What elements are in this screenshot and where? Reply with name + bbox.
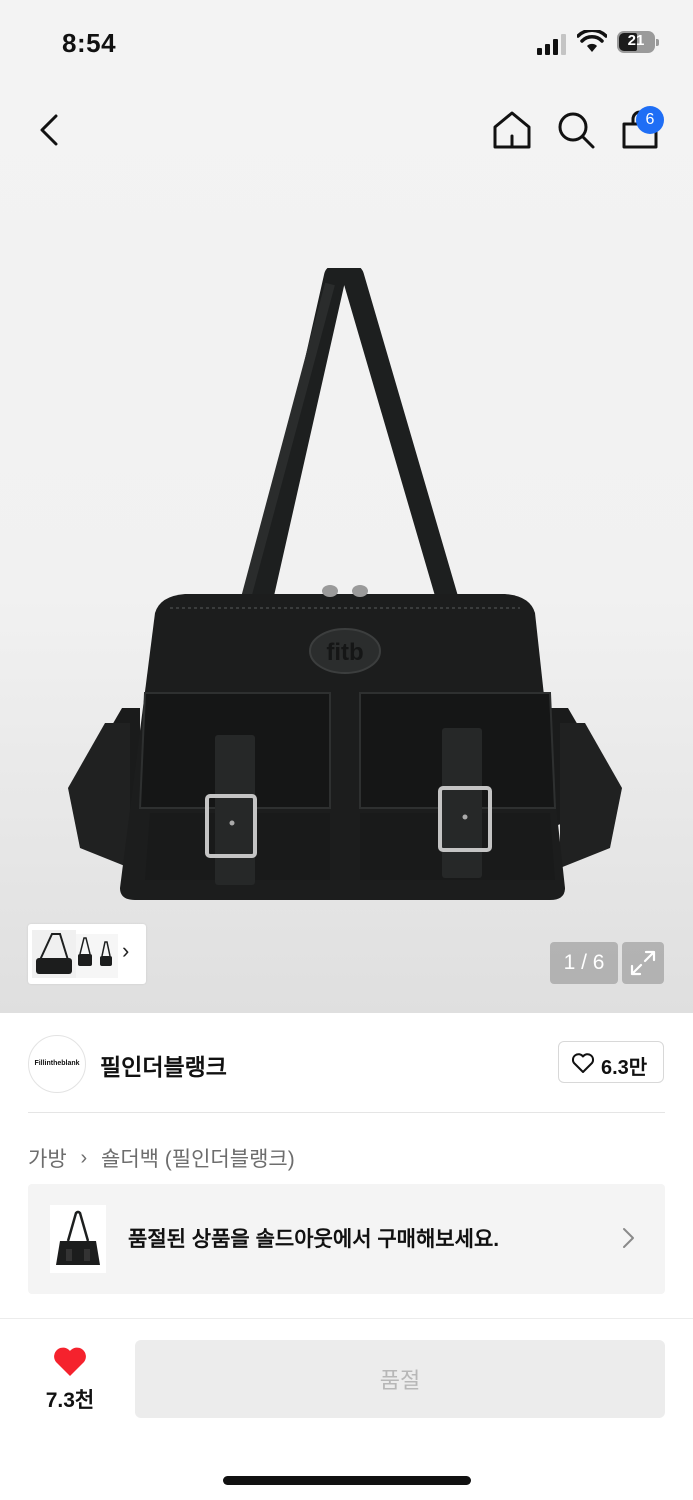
product-image: fitb — [68, 268, 622, 900]
chevron-right-icon — [623, 1228, 634, 1248]
brand-row[interactable]: Fillintheblank 필인더블랭크 6.3만 — [0, 1013, 693, 1113]
chevron-left-icon[interactable] — [30, 110, 70, 150]
bottom-bar-divider — [0, 1318, 693, 1319]
home-icon[interactable] — [490, 108, 534, 152]
brand-logo[interactable]: Fillintheblank — [28, 1035, 86, 1093]
buy-button[interactable]: 품절 — [135, 1340, 665, 1418]
expand-icon[interactable] — [622, 942, 664, 984]
cart-count-badge: 6 — [636, 106, 664, 134]
product-image-gallery[interactable]: 6 fitb › 1 / 6 — [0, 88, 693, 1013]
soldout-promo-card[interactable]: 품절된 상품을 솔드아웃에서 구매해보세요. — [28, 1184, 665, 1294]
battery-level-text: 21 — [627, 32, 645, 49]
wishlist-button[interactable]: 7.3천 — [28, 1340, 112, 1420]
heart-outline-icon — [571, 1053, 595, 1073]
svg-text:fitb: fitb — [326, 639, 363, 666]
image-counter: 1 / 6 — [550, 942, 618, 984]
status-time: 8:54 — [62, 28, 117, 58]
wishlist-count: 7.3천 — [45, 1389, 95, 1412]
battery-icon: 21 — [617, 31, 659, 53]
soldout-product-thumbnail — [50, 1205, 106, 1273]
thumbnail-images — [32, 930, 118, 978]
status-bar: 8:54 21 — [0, 0, 693, 88]
soldout-promo-text: 품절된 상품을 솔드아웃에서 구매해보세요. — [128, 1228, 500, 1251]
search-icon[interactable] — [554, 108, 598, 152]
breadcrumb: 가방 › 숄더백 (필인더블랭크) — [28, 1143, 295, 1173]
chevron-right-icon[interactable]: › — [122, 938, 129, 964]
home-indicator — [223, 1476, 471, 1485]
breadcrumb-subcategory[interactable]: 숄더백 (필인더블랭크) — [101, 1143, 295, 1173]
divider — [28, 1112, 665, 1113]
wifi-icon — [577, 30, 607, 52]
brand-like-count: 6.3만 — [601, 1057, 648, 1079]
brand-like-button[interactable]: 6.3만 — [558, 1041, 664, 1083]
thumbnail-strip[interactable]: › — [28, 924, 146, 984]
heart-filled-icon — [54, 1347, 86, 1376]
cellular-signal-icon — [537, 34, 566, 55]
breadcrumb-category[interactable]: 가방 — [28, 1143, 67, 1173]
brand-name[interactable]: 필인더블랭크 — [100, 1048, 227, 1082]
chevron-right-icon: › — [80, 1146, 88, 1169]
